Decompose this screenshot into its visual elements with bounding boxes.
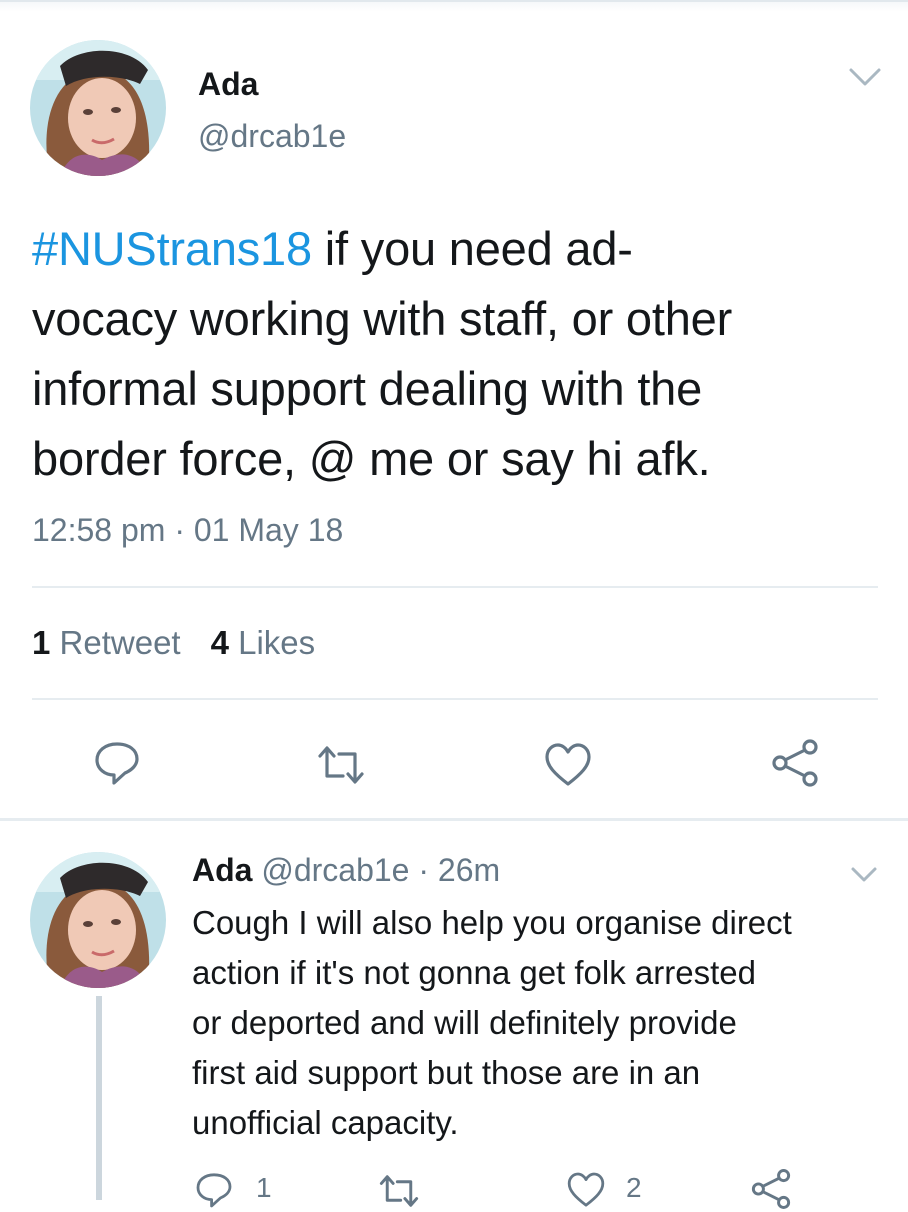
divider bbox=[32, 698, 878, 700]
separator: · bbox=[409, 852, 438, 888]
tweet-text-line: vocacy working with staff, or other bbox=[32, 292, 733, 345]
likes-stat[interactable]: 4 Likes bbox=[211, 624, 316, 661]
reply-text-line: or deported and will definitely provide bbox=[192, 1004, 737, 1041]
like-icon[interactable] bbox=[566, 1170, 606, 1210]
tweet-text-line: #NUStrans18 if you need ad- bbox=[32, 214, 892, 284]
hashtag-link[interactable]: #NUStrans18 bbox=[32, 222, 312, 275]
reply-text-line: unofficial capacity. bbox=[192, 1104, 459, 1141]
reply-icon[interactable] bbox=[92, 738, 142, 788]
author-handle[interactable]: @drcab1e bbox=[198, 118, 346, 155]
retweets-stat[interactable]: 1 Retweet bbox=[32, 624, 181, 661]
separator: · bbox=[165, 512, 194, 548]
like-label: Likes bbox=[238, 624, 316, 661]
tweet-text-line: border force, @ me or say hi afk. bbox=[32, 432, 711, 485]
reply-reply-count: 1 bbox=[256, 1172, 272, 1203]
reply-author-name[interactable]: Ada bbox=[192, 852, 252, 888]
reply-time[interactable]: 26m bbox=[438, 852, 500, 888]
reply-author-handle[interactable]: @drcab1e bbox=[261, 852, 409, 888]
reply-text: Cough I will also help you organise dire… bbox=[192, 898, 892, 1148]
reply-text-line: action if it's not gonna get folk arrest… bbox=[192, 954, 756, 991]
reply-text-line: first aid support but those are in an bbox=[192, 1054, 701, 1091]
tweet-text-line: informal support dealing with the bbox=[32, 362, 703, 415]
share-icon[interactable] bbox=[770, 738, 820, 788]
reply-avatar[interactable] bbox=[30, 852, 166, 988]
reply-header: Ada @drcab1e · 26m bbox=[192, 852, 500, 889]
like-count: 4 bbox=[210, 624, 229, 661]
tweet-date: 01 May 18 bbox=[193, 512, 344, 548]
retweet-icon[interactable] bbox=[378, 1170, 420, 1212]
share-icon[interactable] bbox=[750, 1168, 792, 1210]
author-name[interactable]: Ada bbox=[198, 66, 258, 103]
reply-text-line: Cough I will also help you organise dire… bbox=[192, 904, 792, 941]
thread-line bbox=[96, 996, 102, 1200]
top-divider bbox=[0, 0, 908, 12]
chevron-down-icon[interactable] bbox=[848, 66, 882, 88]
reply-like-count: 2 bbox=[626, 1172, 642, 1203]
tweet-time: 12:58 pm bbox=[32, 512, 166, 548]
retweet-count: 1 bbox=[32, 624, 51, 661]
chevron-down-icon[interactable] bbox=[850, 866, 878, 884]
retweet-label: Retweet bbox=[59, 624, 181, 661]
tweet-timestamp[interactable]: 12:58 pm · 01 May 18 bbox=[32, 512, 343, 549]
tweet-stats: 1 Retweet 4 Likes bbox=[32, 624, 315, 662]
reply-icon[interactable] bbox=[194, 1170, 234, 1210]
avatar[interactable] bbox=[30, 40, 166, 176]
section-divider bbox=[0, 818, 908, 821]
tweet-text: #NUStrans18 if you need ad- vocacy worki… bbox=[32, 214, 892, 494]
like-icon[interactable] bbox=[543, 740, 593, 790]
divider bbox=[32, 586, 878, 588]
retweet-icon[interactable] bbox=[316, 740, 366, 790]
tweet-text-segment: if you need ad- bbox=[311, 222, 633, 275]
